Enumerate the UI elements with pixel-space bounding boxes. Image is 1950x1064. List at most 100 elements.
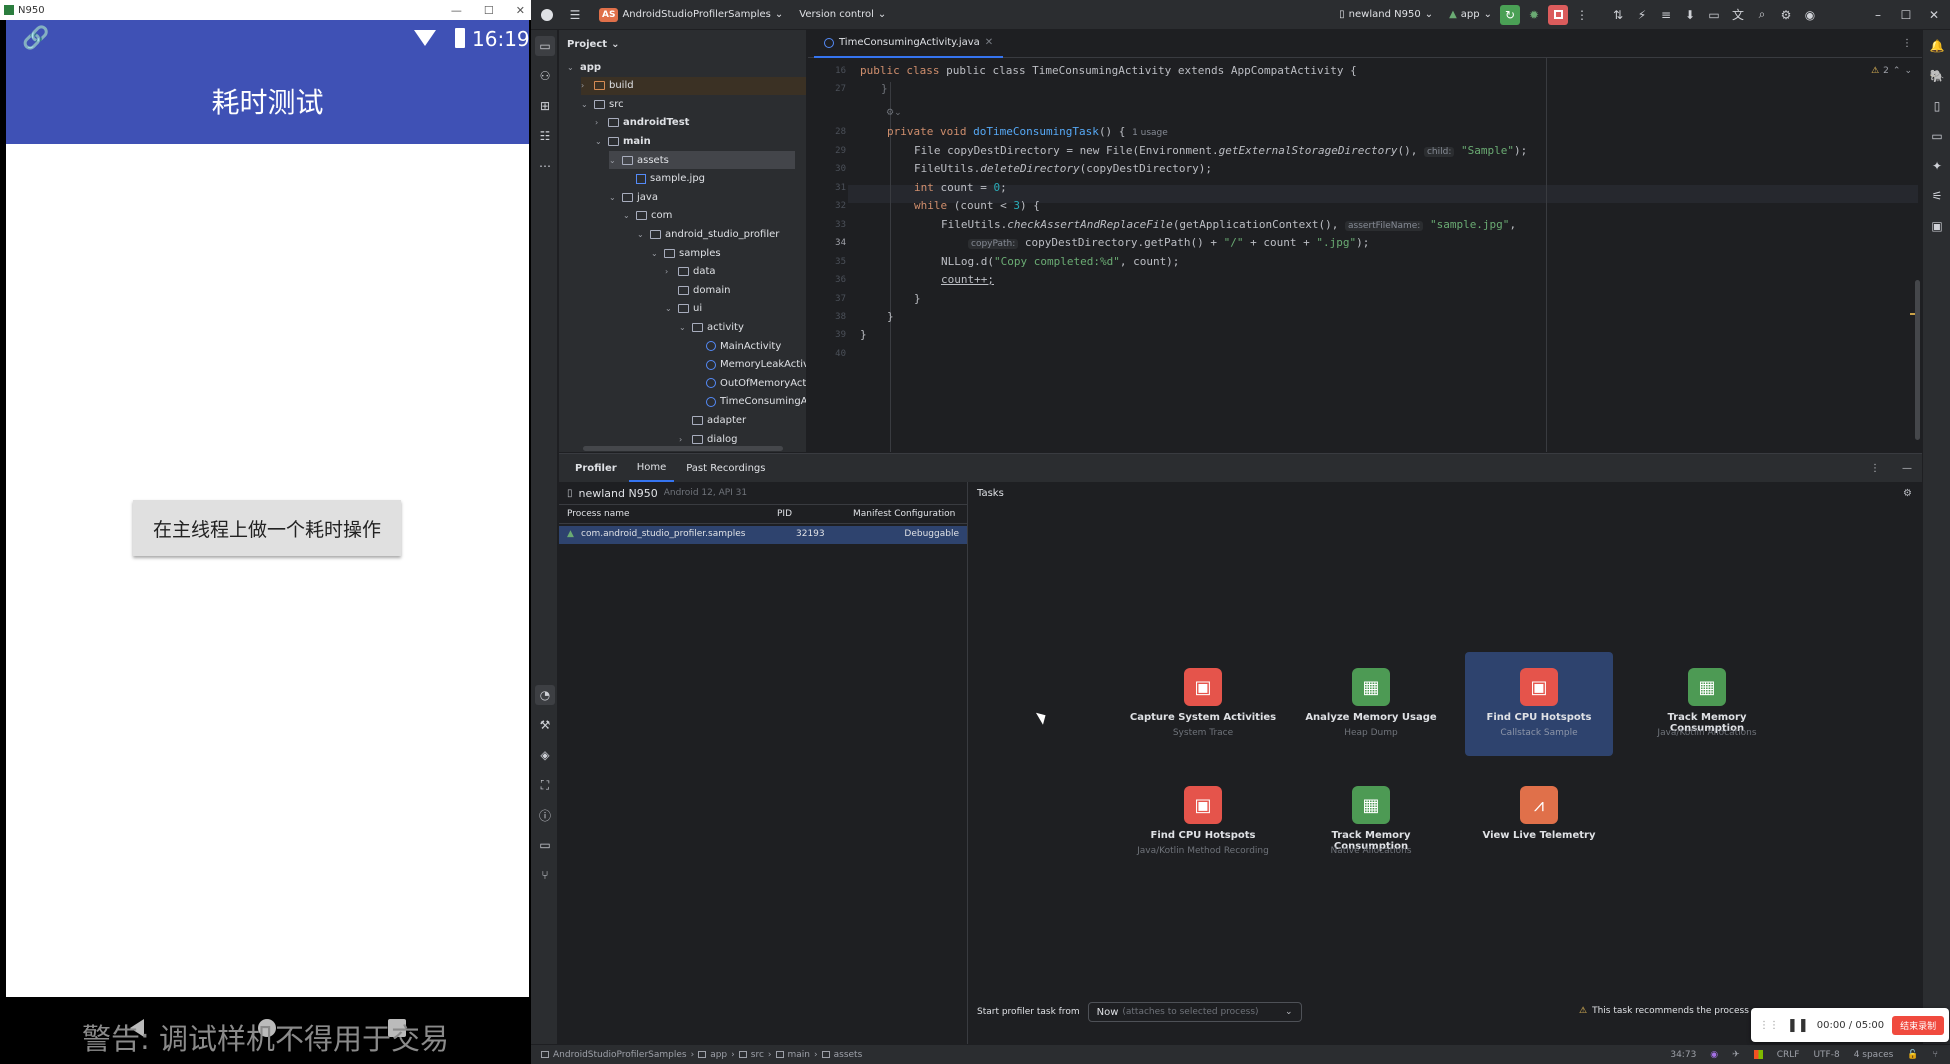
vcs-selector[interactable]: Version control ⌄ bbox=[791, 0, 894, 30]
problems-icon[interactable]: ⓘ bbox=[535, 805, 555, 825]
task-card[interactable]: ▦ Analyze Memory Usage Heap Dump bbox=[1297, 652, 1445, 756]
caret-position[interactable]: 34:73 bbox=[1670, 1050, 1696, 1060]
tab-home[interactable]: Home bbox=[628, 454, 675, 482]
more-tabs-icon[interactable]: ⋮ bbox=[1902, 38, 1912, 49]
tree-item[interactable]: ⌄ android_studio_profiler bbox=[637, 225, 779, 243]
tree-item[interactable]: ⌄ java bbox=[609, 188, 658, 206]
window-minimize-icon[interactable]: – bbox=[1868, 5, 1888, 25]
chevron-down-icon[interactable]: ⌄ bbox=[609, 156, 618, 165]
chevron-down-icon[interactable]: ⌄ bbox=[665, 304, 674, 313]
chevron-down-icon[interactable]: ⌄ bbox=[609, 193, 618, 202]
tree-item[interactable]: ⌄ app bbox=[567, 58, 601, 76]
rerun-icon[interactable]: ↻ bbox=[1500, 4, 1520, 25]
tree-item[interactable]: ⌄ activity bbox=[679, 318, 744, 336]
tree-item[interactable]: ⌄ samples bbox=[651, 244, 721, 262]
tree-item[interactable]: ⌄ assets bbox=[609, 151, 795, 169]
tree-item[interactable]: › build bbox=[581, 76, 806, 95]
chevron-right-icon[interactable]: › bbox=[581, 81, 590, 90]
tree-item[interactable]: domain bbox=[665, 281, 730, 299]
debug-icon[interactable]: ✹ bbox=[1524, 5, 1544, 25]
device-manager-icon[interactable]: ▭ bbox=[1704, 5, 1724, 25]
editor-tab-timeconsuming[interactable]: TimeConsumingActivity.java ✕ bbox=[814, 30, 1004, 58]
tree-item[interactable]: › androidTest bbox=[595, 114, 689, 132]
stop-icon[interactable] bbox=[1548, 4, 1568, 25]
profiler-minimize-icon[interactable]: — bbox=[1902, 463, 1912, 474]
task-card[interactable]: ▣ Capture System Activities System Trace bbox=[1129, 652, 1277, 756]
gradle-icon[interactable]: 🐘 bbox=[1927, 66, 1947, 86]
inspection-widget[interactable]: ⚠ 2 ⌃ ⌄ bbox=[1871, 66, 1912, 76]
search-icon[interactable]: ⌕ bbox=[1752, 5, 1772, 25]
tree-item[interactable]: MemoryLeakActivity bbox=[693, 356, 806, 374]
code-line-16[interactable]: public class public class TimeConsumingA… bbox=[860, 64, 1357, 77]
app-quality-icon[interactable]: ◈ bbox=[535, 745, 555, 765]
chevron-right-icon[interactable]: › bbox=[665, 267, 674, 276]
tree-item[interactable]: MainActivity bbox=[693, 337, 781, 355]
chevron-up-icon[interactable]: ⌃ bbox=[1893, 66, 1901, 76]
chevron-right-icon[interactable]: › bbox=[679, 435, 688, 444]
translate-icon[interactable]: 文 bbox=[1728, 5, 1748, 25]
col-manifest[interactable]: Manifest Configuration bbox=[853, 509, 955, 519]
tree-item[interactable]: adapter bbox=[679, 411, 746, 429]
chevron-down-icon[interactable]: ⌄ bbox=[581, 100, 590, 109]
resource-manager-icon[interactable]: ⊞ bbox=[535, 96, 555, 116]
commit-icon[interactable]: ⚇ bbox=[535, 66, 555, 86]
start-from-dropdown[interactable]: Now (attaches to selected process) ⌄ bbox=[1087, 1002, 1302, 1022]
window-close-icon[interactable]: ✕ bbox=[1924, 5, 1944, 25]
chevron-down-icon[interactable]: ⌄ bbox=[595, 137, 604, 146]
code-line-39[interactable]: } bbox=[860, 328, 867, 341]
chevron-down-icon[interactable]: ⌄ bbox=[623, 211, 632, 220]
profiler-options-icon[interactable]: ⋮ bbox=[1870, 463, 1880, 474]
task-card[interactable]: ▣ Find CPU Hotspots Java/Kotlin Method Rec… bbox=[1129, 770, 1277, 874]
code-line-29[interactable]: File copyDestDirectory = new File(Enviro… bbox=[914, 144, 1527, 157]
chevron-down-icon[interactable]: ⌄ bbox=[637, 230, 646, 239]
readonly-lock-icon[interactable]: 🔓 bbox=[1907, 1050, 1918, 1060]
breadcrumb-item[interactable]: app bbox=[710, 1050, 727, 1060]
close-icon[interactable]: ✕ bbox=[516, 4, 525, 17]
code-line-28[interactable]: private void doTimeConsumingTask() { 1 u… bbox=[887, 125, 1168, 138]
account-icon[interactable]: ◉ bbox=[1800, 5, 1820, 25]
col-process-name[interactable]: Process name bbox=[567, 509, 630, 519]
line-separator[interactable]: CRLF bbox=[1777, 1050, 1800, 1060]
tree-item[interactable]: ⌄ com bbox=[623, 207, 672, 225]
maximize-icon[interactable]: ☐ bbox=[484, 4, 494, 17]
more-tools-icon[interactable]: ⋯ bbox=[535, 156, 555, 176]
code-line-32[interactable]: while (count < 3) { bbox=[914, 199, 1040, 212]
drag-handle-icon[interactable]: ⋮⋮ bbox=[1759, 1020, 1779, 1031]
chevron-right-icon[interactable]: › bbox=[595, 118, 604, 127]
editor-scrollbar[interactable] bbox=[1915, 280, 1920, 440]
task-card[interactable]: ▦ Track Memory Consumption Native Allocati… bbox=[1297, 770, 1445, 874]
tree-item[interactable]: ⌄ main bbox=[595, 132, 651, 150]
emulator-icon[interactable]: ▣ bbox=[1927, 216, 1947, 236]
terminal-icon[interactable]: ▭ bbox=[535, 835, 555, 855]
code-line-27[interactable]: } bbox=[881, 82, 888, 95]
col-pid[interactable]: PID bbox=[777, 509, 792, 519]
gemini-icon[interactable]: ✦ bbox=[1927, 156, 1947, 176]
tree-item[interactable]: ⌄ src bbox=[581, 95, 624, 113]
profiler-icon[interactable]: ◔ bbox=[535, 685, 555, 705]
indent-setting[interactable]: 4 spaces bbox=[1854, 1050, 1894, 1060]
time-consuming-task-button[interactable]: 在主线程上做一个耗时操作 bbox=[133, 500, 401, 556]
running-devices-icon[interactable]: ▭ bbox=[1927, 126, 1947, 146]
settings-gear-icon[interactable]: ⚙ bbox=[1776, 5, 1796, 25]
code-line-36[interactable]: count++; bbox=[941, 273, 994, 286]
breadcrumb-item[interactable]: main bbox=[788, 1050, 811, 1060]
stop-recording-button[interactable]: 结束录制 bbox=[1892, 1015, 1945, 1035]
layout-inspector-icon[interactable]: ⚟ bbox=[1927, 186, 1947, 206]
task-card[interactable]: ▦ Track Memory Consumption Java/Kotlin All… bbox=[1633, 652, 1781, 756]
file-encoding[interactable]: UTF-8 bbox=[1813, 1050, 1839, 1060]
code-line-30[interactable]: FileUtils.deleteDirectory(copyDestDirect… bbox=[914, 162, 1212, 175]
tree-item[interactable]: ⌄ ui bbox=[665, 300, 702, 318]
sync-project-icon[interactable]: ⇅ bbox=[1608, 5, 1628, 25]
notifications-icon[interactable]: 🔔 bbox=[1927, 36, 1947, 56]
chevron-down-icon[interactable]: ⌄ bbox=[567, 63, 576, 72]
task-card[interactable]: ▣ Find CPU Hotspots Callstack Sample bbox=[1465, 652, 1613, 756]
breadcrumb-item[interactable]: assets bbox=[834, 1050, 863, 1060]
structure-icon[interactable]: ☷ bbox=[535, 126, 555, 146]
apply-changes-icon[interactable]: ⚡ bbox=[1632, 5, 1652, 25]
chevron-down-icon[interactable]: ⌄ bbox=[1904, 66, 1912, 76]
run-config-selector[interactable]: ▲ app ⌄ bbox=[1441, 0, 1500, 30]
device-explorer-icon[interactable]: ▯ bbox=[1927, 96, 1947, 116]
logcat-icon[interactable]: ≡ bbox=[1656, 5, 1676, 25]
process-row[interactable]: ▲ com.android_studio_profiler.samples 32… bbox=[559, 526, 967, 544]
task-card[interactable]: ⩘ View Live Telemetry bbox=[1465, 770, 1613, 874]
